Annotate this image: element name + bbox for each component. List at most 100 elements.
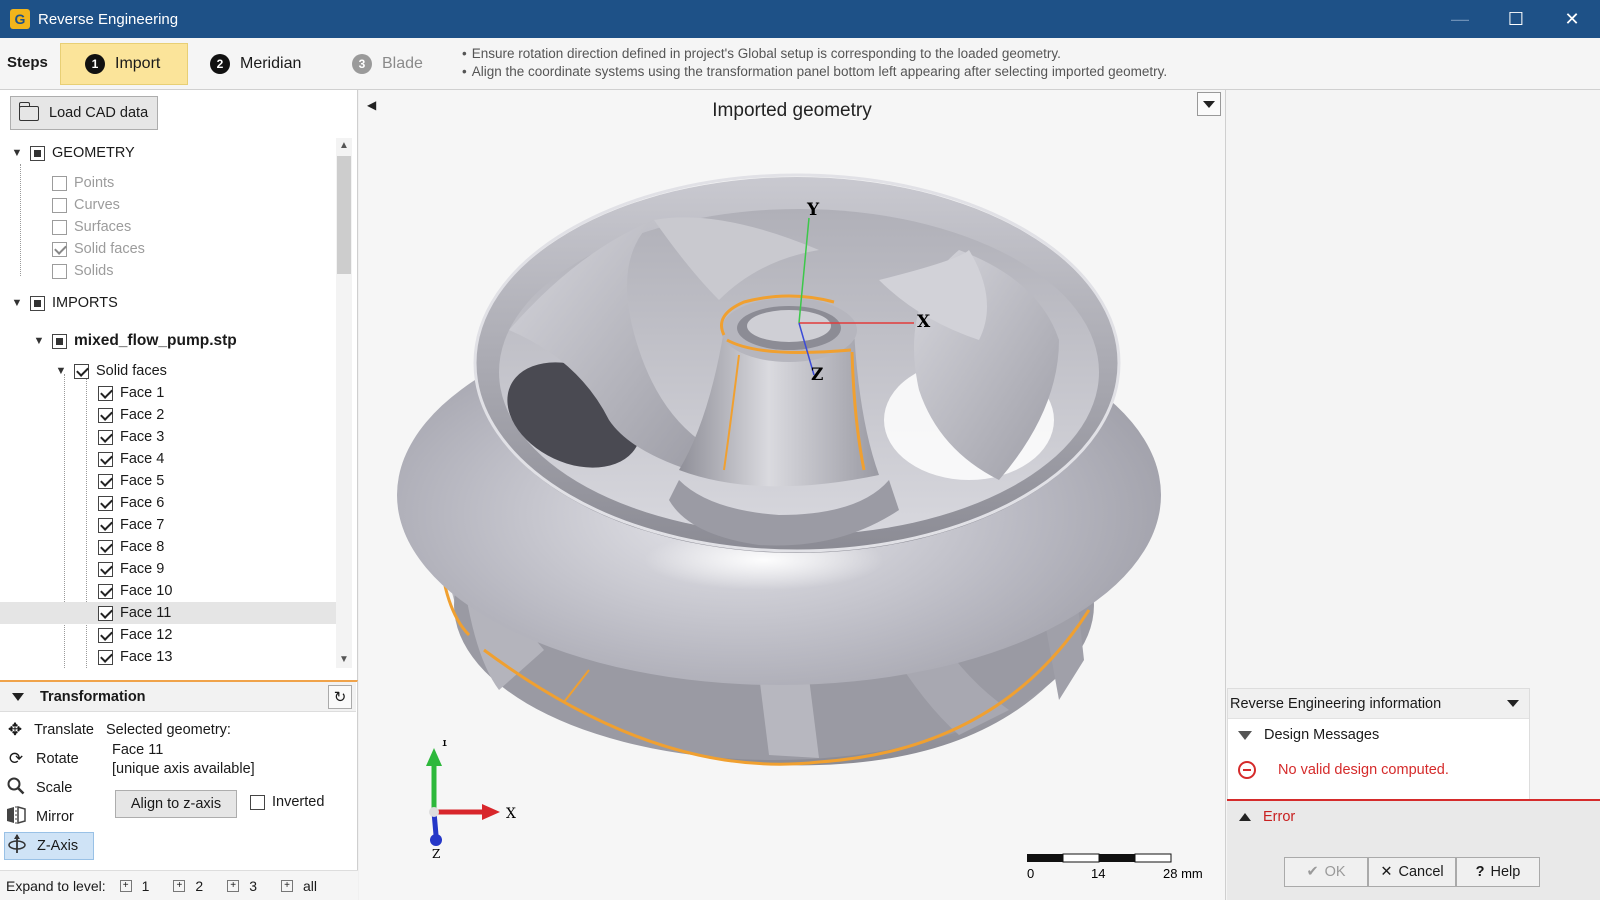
imports-checkbox[interactable] (30, 295, 45, 311)
step-meridian-tab[interactable]: 2 Meridian (186, 43, 315, 85)
face-tree-item[interactable]: Face 11 (0, 602, 336, 624)
tree-node-solid-faces[interactable]: Solid faces (52, 238, 145, 260)
tree-node-import-solid-faces[interactable]: ▼ Solid faces (54, 360, 167, 382)
inverted-checkbox[interactable] (250, 794, 265, 810)
info-dropdown-icon[interactable] (1507, 700, 1519, 707)
face-checkbox[interactable] (98, 649, 113, 665)
face-tree-item[interactable]: Face 13 (0, 646, 336, 668)
scroll-up-icon[interactable]: ▲ (336, 138, 352, 154)
align-z-axis-button[interactable]: Align to z-axis (115, 790, 237, 818)
hint-align-coordinates: Align the coordinate systems using the t… (462, 64, 1167, 79)
info-header[interactable]: Reverse Engineering information (1228, 689, 1529, 719)
tree-node-points[interactable]: Points (52, 172, 114, 194)
tree-node-surfaces[interactable]: Surfaces (52, 216, 131, 238)
mirror-tool[interactable]: Mirror (4, 803, 94, 831)
expand-label: Expand to level: (6, 877, 106, 894)
steps-label: Steps (7, 54, 48, 71)
face-tree-item[interactable]: Face 3 (0, 426, 336, 448)
surfaces-checkbox[interactable] (52, 219, 67, 235)
face-checkbox[interactable] (98, 605, 113, 621)
solid-faces-checkbox[interactable] (52, 241, 67, 257)
points-checkbox[interactable] (52, 175, 67, 191)
face-tree-item[interactable]: Face 9 (0, 558, 336, 580)
scale-tool[interactable]: Scale (4, 774, 94, 802)
expand-triangle-icon[interactable] (1239, 813, 1251, 821)
tree-label: Surfaces (74, 219, 132, 235)
curves-checkbox[interactable] (52, 197, 67, 213)
face-tree-item[interactable]: Face 8 (0, 536, 336, 558)
step-blade-tab: 3 Blade (328, 43, 437, 85)
face-tree-item[interactable]: Face 7 (0, 514, 336, 536)
load-cad-label: Load CAD data (49, 105, 149, 121)
inverted-label: Inverted (272, 794, 325, 810)
close-button[interactable]: ✕ (1544, 0, 1600, 38)
chevron-down-icon[interactable]: ▼ (10, 147, 24, 159)
transformation-header[interactable]: Transformation ↻ (0, 682, 356, 712)
face-checkbox[interactable] (98, 407, 113, 423)
translate-tool[interactable]: ✥ Translate (4, 716, 94, 744)
design-messages-filter[interactable]: Design Messages (1238, 727, 1379, 743)
face-tree-item[interactable]: Face 10 (0, 580, 336, 602)
step-2-badge: 2 (210, 54, 230, 74)
rotate-tool[interactable]: ⟳ Rotate (4, 745, 94, 773)
inverted-option[interactable]: Inverted (250, 794, 324, 810)
tree-label: GEOMETRY (52, 145, 135, 161)
face-checkbox[interactable] (98, 539, 113, 555)
geometry-checkbox[interactable] (30, 145, 45, 161)
tool-label: Scale (36, 780, 73, 796)
maximize-button[interactable]: ☐ (1488, 0, 1544, 38)
question-icon: ? (1475, 864, 1485, 880)
collapse-triangle-icon[interactable] (12, 693, 24, 701)
scroll-down-icon[interactable]: ▼ (336, 652, 352, 668)
tree-node-curves[interactable]: Curves (52, 194, 120, 216)
tree-label: mixed_flow_pump.stp (74, 332, 237, 349)
face-checkbox[interactable] (98, 517, 113, 533)
face-checkbox[interactable] (98, 385, 113, 401)
face-tree-item[interactable]: Face 2 (0, 404, 336, 426)
geometry-tree-panel: Load CAD data ▼ GEOMETRY Points Curves S… (0, 90, 358, 680)
face-checkbox[interactable] (98, 627, 113, 643)
3d-viewport[interactable]: ◀ Imported geometry Y X Z Y X Z 0 14 28 … (359, 90, 1225, 900)
face-tree-item[interactable]: Face 1 (0, 382, 336, 404)
file-checkbox[interactable] (52, 333, 67, 349)
scale-tick-14: 14 (1091, 866, 1105, 881)
tree-node-imports[interactable]: ▼ IMPORTS (10, 292, 118, 314)
face-checkbox[interactable] (98, 583, 113, 599)
face-checkbox[interactable] (98, 473, 113, 489)
chevron-down-icon[interactable]: ▼ (54, 365, 68, 377)
expand-level-all[interactable]: + all (281, 878, 317, 894)
load-cad-button[interactable]: Load CAD data (10, 96, 158, 130)
solids-checkbox[interactable] (52, 263, 67, 279)
chevron-down-icon[interactable]: ▼ (10, 297, 24, 309)
scroll-thumb[interactable] (337, 156, 351, 274)
minimize-button[interactable]: — (1432, 0, 1488, 38)
tree-scrollbar[interactable]: ▲ ▼ (336, 138, 352, 668)
face-checkbox[interactable] (98, 429, 113, 445)
cancel-button[interactable]: ✕ Cancel (1368, 857, 1456, 887)
tree-node-solids[interactable]: Solids (52, 260, 114, 282)
expand-level-3[interactable]: +3 (227, 878, 257, 894)
cancel-label: Cancel (1398, 864, 1444, 880)
chevron-down-icon[interactable]: ▼ (32, 335, 46, 347)
app-logo-icon: G (10, 9, 30, 29)
error-section-header[interactable]: Error (1239, 809, 1295, 825)
face-tree-item[interactable]: Face 4 (0, 448, 336, 470)
face-tree-item[interactable]: Face 6 (0, 492, 336, 514)
face-checkbox[interactable] (98, 495, 113, 511)
expand-level-1[interactable]: +1 (119, 878, 149, 894)
tree-node-geometry[interactable]: ▼ GEOMETRY (10, 142, 135, 164)
expand-level-2[interactable]: +2 (173, 878, 203, 894)
face-checkbox[interactable] (98, 451, 113, 467)
tree-node-file[interactable]: ▼ mixed_flow_pump.stp (32, 330, 237, 352)
face-tree-item[interactable]: Face 12 (0, 624, 336, 646)
z-axis-tool[interactable]: Z-Axis (4, 832, 94, 860)
face-tree-item[interactable]: Face 5 (0, 470, 336, 492)
face-checkbox[interactable] (98, 561, 113, 577)
step-import-tab[interactable]: 1 Import (60, 43, 188, 85)
import-solid-faces-checkbox[interactable] (74, 363, 89, 379)
dialog-buttons: ✔ OK ✕ Cancel ? Help (1284, 857, 1540, 887)
face-label: Face 10 (120, 583, 173, 599)
help-button[interactable]: ? Help (1456, 857, 1540, 887)
reset-transform-button[interactable]: ↻ (328, 685, 352, 709)
tool-label: Z-Axis (37, 838, 79, 854)
